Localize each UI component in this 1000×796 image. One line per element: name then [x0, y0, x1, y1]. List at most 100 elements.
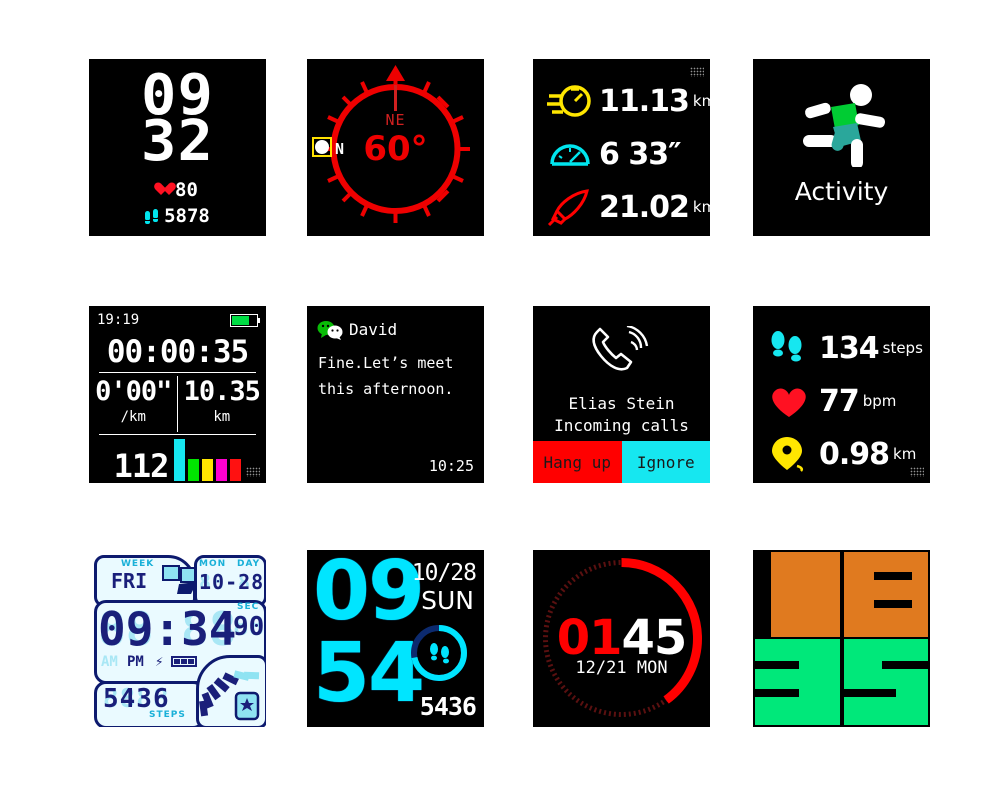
rocket-icon — [547, 187, 593, 227]
divider-vertical — [177, 376, 178, 432]
heart-rate-value: 77 — [819, 383, 860, 419]
battery-icon — [230, 314, 260, 327]
ignore-button[interactable]: Ignore — [621, 441, 710, 483]
block-digit-hour-tens — [771, 552, 840, 637]
watchface-activity[interactable]: Activity — [753, 59, 930, 236]
watchface-message[interactable]: David Fine.Let’s meet this afternoon. 10… — [307, 306, 484, 483]
heart-zone-bar-3 — [202, 459, 214, 481]
block-digit-minute-ones — [844, 639, 928, 725]
speed-unit: km/h — [692, 92, 710, 110]
heart-icon — [157, 183, 172, 197]
time-minute: 32 — [141, 109, 214, 174]
heart-rate-unit: bpm — [862, 392, 897, 410]
steps-progress-ring — [411, 625, 467, 681]
battery-icon — [171, 656, 197, 667]
steps-row: 5878 — [89, 205, 266, 227]
block-digit-grid — [753, 550, 930, 727]
call-actions: Hang up Ignore — [533, 441, 710, 483]
pace-value: 6 33″ — [599, 136, 681, 172]
month-label: MON — [199, 559, 227, 569]
speed-value: 11.13 — [599, 83, 690, 119]
watchface-red-ring[interactable]: 0145 12/21 MON — [533, 550, 710, 727]
time-value: 09:34 — [98, 602, 237, 656]
heart-rate-value: 80 — [175, 179, 198, 201]
weekday-value: SUN — [421, 586, 474, 615]
compass-north-dot — [315, 140, 329, 154]
distance-value: 10.35 — [183, 376, 261, 407]
distance-unit: km — [893, 445, 917, 463]
pace-value: 0'00" — [95, 376, 172, 407]
steps-unit: steps — [882, 339, 923, 357]
watchface-speed-stats[interactable]: 11.13 km/h 6 33″ — [533, 59, 710, 236]
activity-label: Activity — [794, 177, 889, 206]
watchface-neon-digits[interactable]: 09 54 10/28 SUN 5436 — [307, 550, 484, 727]
heart-zone-bar-5 — [230, 459, 242, 481]
compass-direction: NE — [385, 111, 406, 129]
heart-zone-bars — [174, 439, 242, 481]
footprints-icon — [145, 208, 161, 224]
steps-label: STEPS — [149, 710, 186, 720]
date-value: 10-28 — [199, 570, 265, 594]
date-value: 12/21 MON — [533, 658, 710, 678]
heart-zone-bar-2 — [188, 459, 200, 481]
time-hour: 09 — [313, 550, 425, 639]
day-label: DAY — [237, 559, 261, 569]
max-speed-unit: km/h — [692, 198, 710, 216]
sec-label: SEC — [237, 602, 260, 612]
distance-unit: km — [213, 409, 231, 425]
call-status: Incoming calls — [554, 416, 689, 435]
watchface-gallery: 09 32 80 5878 NE 60° N 11.13 km 6 33″ 21… — [0, 0, 1000, 796]
signal-dots-icon — [910, 467, 924, 477]
hang-up-button[interactable]: Hang up — [533, 441, 622, 483]
steps-row: 134 steps — [767, 328, 923, 368]
heart-rate-value: 112 — [113, 447, 170, 483]
signal-dots-icon — [690, 67, 704, 77]
steps-value: 134 — [819, 330, 880, 366]
location-pin-icon — [767, 434, 813, 474]
watchface-block-digits[interactable] — [753, 550, 930, 727]
speed-row-pace: 6 33″ — [547, 134, 684, 174]
date-md: 12/21 — [575, 658, 627, 678]
caller-name: Elias Stein — [568, 394, 675, 413]
max-speed-value: 21.02 — [599, 189, 690, 225]
distance-metric: 10.35 km — [178, 376, 267, 425]
pace-metric: 0'00" /km — [89, 376, 178, 425]
steps-value: 5878 — [164, 205, 210, 227]
heart-icon — [767, 381, 813, 421]
running-person-icon — [803, 84, 886, 167]
week-label: WEEK — [121, 559, 155, 569]
time-minute: 54 — [313, 626, 425, 721]
am-label: AM — [101, 654, 118, 670]
steps-value: 5436 — [419, 692, 477, 721]
block-digit-minute-tens — [755, 639, 840, 725]
weekday-value: MON — [636, 658, 668, 678]
heart-zone-group: 112 — [89, 439, 266, 483]
heart-zone-bar-4 — [216, 459, 228, 481]
wechat-icon — [317, 321, 343, 340]
watchface-incoming-call[interactable]: Elias Stein Incoming calls Hang up Ignor… — [533, 306, 710, 483]
heart-zone-bar-1 — [174, 439, 186, 481]
message-time: 10:25 — [428, 457, 474, 475]
weekday-value: FRI — [111, 569, 148, 593]
divider-bottom — [99, 434, 256, 435]
watchface-digital-time[interactable]: 09 32 80 5878 — [89, 59, 266, 236]
divider-top — [99, 372, 256, 373]
gauge-icon — [547, 134, 593, 174]
message-sender: David — [349, 320, 398, 339]
lightning-icon: ⚡ — [155, 654, 164, 670]
compass-degrees: 60° — [363, 129, 428, 169]
block-digit-hour-ones — [844, 552, 928, 637]
watchface-lcd-retro[interactable]: WEEK FRI MON DAY 88-88 10-28 88:88 09:34… — [89, 550, 266, 727]
distance-row: 0.98 km — [767, 434, 916, 474]
speed-lines-icon — [547, 81, 593, 121]
heart-rate-row: 80 — [89, 179, 266, 201]
seconds-value: 90 — [233, 612, 265, 642]
pm-label: PM — [127, 654, 144, 670]
date-value: 10/28 — [411, 560, 477, 586]
metrics-group: 80 5878 — [89, 179, 266, 227]
watchface-workout[interactable]: 19:19 00:00:35 0'00" /km 10.35 km 112 — [89, 306, 266, 483]
watchface-daily-stats[interactable]: 134 steps 77 bpm 0.98 km — [753, 306, 930, 483]
watchface-compass[interactable]: NE 60° N — [307, 59, 484, 236]
pace-unit: /km — [120, 409, 146, 425]
footprints-icon — [430, 643, 449, 664]
